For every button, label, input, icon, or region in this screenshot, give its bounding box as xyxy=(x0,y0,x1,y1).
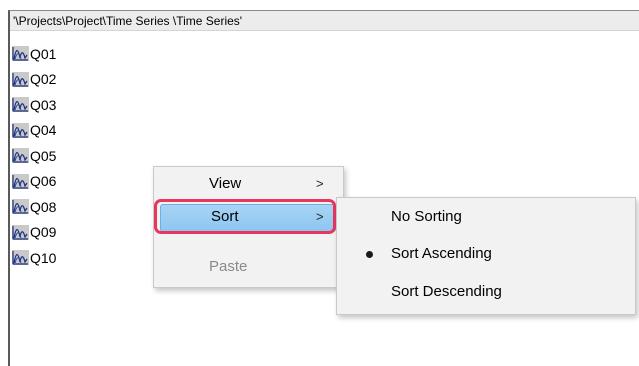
list-item[interactable]: Q03 xyxy=(12,92,56,118)
list-item-label: Q05 xyxy=(30,147,57,164)
time-series-chart-icon xyxy=(12,122,29,138)
annotation-highlight-ring xyxy=(154,199,336,234)
list-item-label: Q01 xyxy=(30,45,57,62)
list-item[interactable]: Q02 xyxy=(12,67,56,93)
list-item[interactable]: Q08 xyxy=(12,194,56,220)
list-item[interactable]: Q01 xyxy=(12,41,56,67)
time-series-chart-icon xyxy=(12,199,29,215)
list-item-label: Q09 xyxy=(30,224,57,241)
submenu-item-no-sorting[interactable]: No Sorting xyxy=(336,202,634,232)
submenu-item-sort-ascending[interactable]: Sort Ascending xyxy=(336,239,634,269)
list-item[interactable]: Q04 xyxy=(12,118,56,144)
list-item-label: Q08 xyxy=(30,198,57,215)
list-item-label: Q03 xyxy=(30,96,57,113)
list-item[interactable]: Q09 xyxy=(12,220,56,246)
selected-bullet-icon xyxy=(366,251,373,258)
time-series-chart-icon xyxy=(12,148,29,164)
list-item[interactable]: Q10 xyxy=(12,245,56,271)
menu-item-view[interactable]: View > xyxy=(153,169,342,199)
list-item-label: Q02 xyxy=(30,71,57,88)
menu-item-paste[interactable]: Paste xyxy=(153,252,342,282)
time-series-list: Q01 Q02 Q03 Q04 Q05 Q06 Q08 Q09 Q10 xyxy=(12,41,56,271)
time-series-chart-icon xyxy=(12,71,29,87)
time-series-chart-icon xyxy=(12,250,29,266)
time-series-chart-icon xyxy=(12,173,29,189)
time-series-chart-icon xyxy=(12,46,29,62)
path-bar: '\Projects\Project\Time Series \Time Ser… xyxy=(10,11,639,31)
list-item-label: Q04 xyxy=(30,122,57,139)
time-series-chart-icon xyxy=(12,97,29,113)
submenu-item-sort-descending[interactable]: Sort Descending xyxy=(336,277,634,307)
list-item[interactable]: Q05 xyxy=(12,143,56,169)
list-item-label: Q06 xyxy=(30,173,57,190)
time-series-chart-icon xyxy=(12,224,29,240)
list-item-label: Q10 xyxy=(30,249,57,266)
chevron-right-icon: > xyxy=(316,176,324,191)
list-item[interactable]: Q06 xyxy=(12,169,56,195)
